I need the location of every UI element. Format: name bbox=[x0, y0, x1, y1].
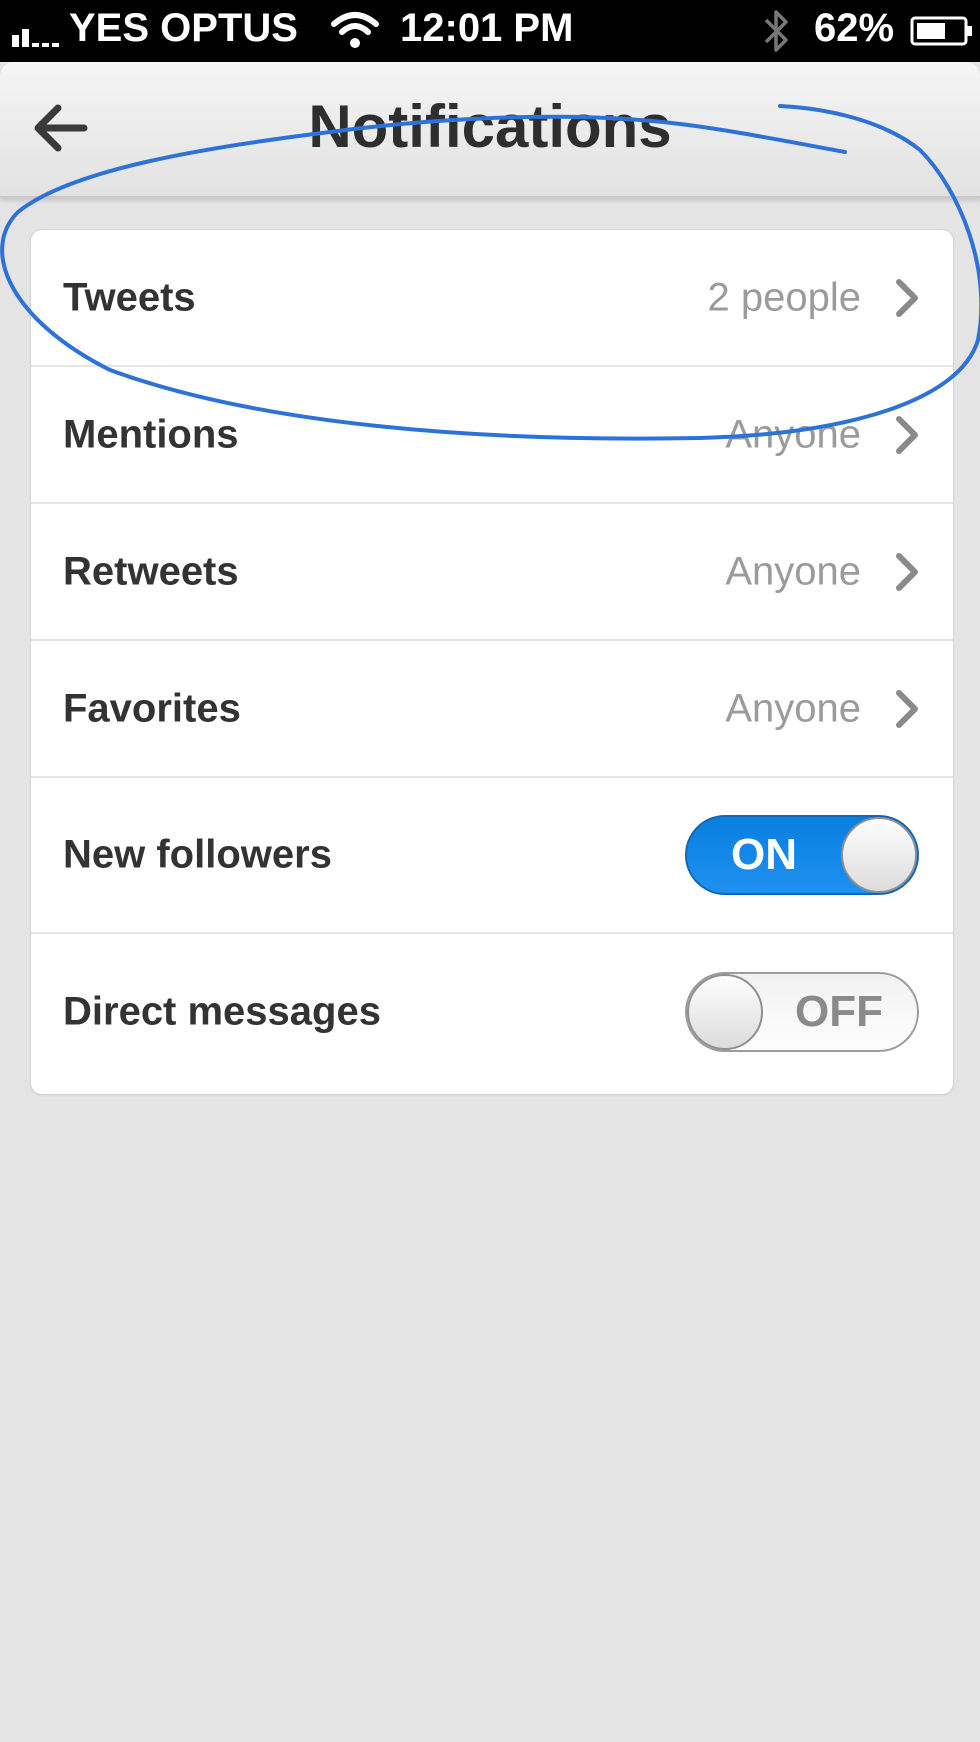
carrier-name: YES OPTUS bbox=[69, 6, 298, 50]
status-time: 12:01 PM bbox=[400, 6, 574, 50]
direct-messages-toggle[interactable]: OFF bbox=[685, 972, 919, 1052]
row-value: Anyone bbox=[725, 549, 861, 593]
row-label: Retweets bbox=[63, 549, 239, 593]
row-value: 2 people bbox=[707, 275, 861, 319]
row-label: Favorites bbox=[63, 686, 241, 730]
toggle-knob bbox=[687, 974, 763, 1050]
navigation-bar: Notifications bbox=[0, 62, 980, 198]
notification-settings-list: Tweets 2 people Mentions Anyone Retweets… bbox=[30, 229, 954, 1095]
toggle-knob bbox=[841, 817, 917, 893]
bluetooth-icon bbox=[764, 10, 788, 52]
toggle-state-text: ON bbox=[731, 830, 797, 879]
row-label: New followers bbox=[63, 832, 332, 877]
settings-row-new-followers: New followers ON bbox=[31, 778, 953, 934]
row-value: Anyone bbox=[725, 412, 861, 456]
settings-row-direct-messages: Direct messages OFF bbox=[31, 934, 953, 1090]
row-label: Direct messages bbox=[63, 989, 381, 1034]
chevron-right-icon bbox=[896, 689, 918, 728]
settings-row-favorites[interactable]: Favorites Anyone bbox=[31, 641, 953, 778]
carrier-info: YES OPTUS bbox=[12, 6, 298, 51]
row-label: Tweets bbox=[63, 275, 196, 319]
settings-row-tweets[interactable]: Tweets 2 people bbox=[31, 230, 953, 367]
battery-percentage: 62% bbox=[814, 6, 895, 50]
status-bar: YES OPTUS 12:01 PM 62% bbox=[0, 0, 980, 62]
settings-row-mentions[interactable]: Mentions Anyone bbox=[31, 367, 953, 504]
row-label: Mentions bbox=[63, 412, 239, 456]
toggle-state-text: OFF bbox=[795, 987, 883, 1036]
new-followers-toggle[interactable]: ON bbox=[685, 815, 919, 895]
battery-icon bbox=[910, 16, 972, 46]
signal-bars-icon bbox=[12, 17, 59, 47]
page-title: Notifications bbox=[308, 93, 672, 160]
chevron-right-icon bbox=[896, 552, 918, 591]
chevron-right-icon bbox=[896, 278, 918, 317]
settings-row-retweets[interactable]: Retweets Anyone bbox=[31, 504, 953, 641]
row-value: Anyone bbox=[725, 686, 861, 730]
wifi-icon bbox=[331, 12, 379, 48]
chevron-right-icon bbox=[896, 415, 918, 454]
